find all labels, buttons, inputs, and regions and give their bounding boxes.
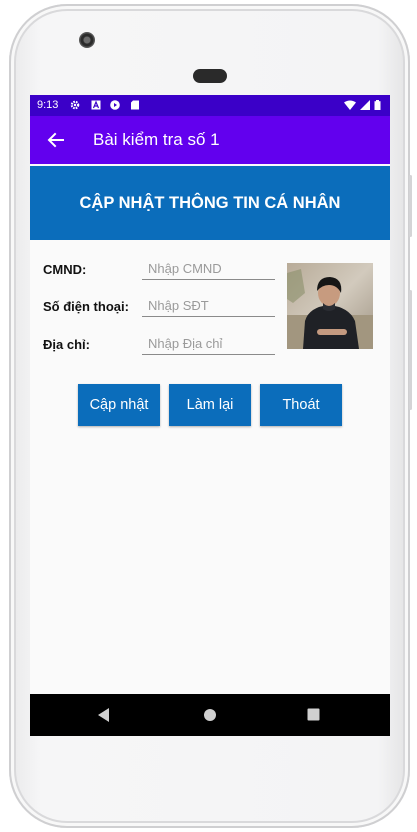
app-bar: Bài kiểm tra số 1 bbox=[30, 116, 390, 164]
earpiece-speaker bbox=[193, 69, 227, 83]
arrow-left-icon[interactable] bbox=[45, 129, 67, 151]
back-triangle-icon[interactable] bbox=[98, 708, 110, 722]
address-input[interactable] bbox=[142, 333, 275, 355]
battery-icon bbox=[374, 100, 381, 110]
phone-input[interactable] bbox=[142, 295, 275, 317]
wifi-icon bbox=[344, 100, 356, 110]
exit-button[interactable]: Thoát bbox=[260, 384, 342, 426]
status-bar: 9:13 bbox=[30, 95, 390, 116]
volume-button bbox=[409, 290, 412, 410]
page-title: CẬP NHẬT THÔNG TIN CÁ NHÂN bbox=[30, 166, 390, 240]
status-time: 9:13 bbox=[37, 99, 59, 111]
address-label: Địa chỉ: bbox=[43, 337, 90, 352]
navigation-bar bbox=[30, 694, 390, 736]
signal-icon bbox=[360, 100, 370, 110]
power-button bbox=[409, 175, 412, 237]
reset-button[interactable]: Làm lại bbox=[169, 384, 251, 426]
screen: 9:13 Bài kiểm tra số 1 CẬP NHẬT THÔNG TI… bbox=[30, 95, 390, 736]
play-icon bbox=[110, 100, 120, 110]
phone-label: Số điện thoại: bbox=[43, 299, 129, 314]
profile-photo bbox=[287, 263, 373, 349]
gear-icon bbox=[70, 100, 80, 110]
sd-card-icon bbox=[131, 100, 139, 110]
cmnd-label: CMND: bbox=[43, 262, 87, 277]
a-icon bbox=[91, 100, 101, 110]
front-camera bbox=[79, 32, 95, 48]
home-circle-icon[interactable] bbox=[203, 708, 217, 722]
update-button[interactable]: Cập nhật bbox=[78, 384, 160, 426]
app-bar-title: Bài kiểm tra số 1 bbox=[93, 130, 220, 149]
recents-square-icon[interactable] bbox=[307, 708, 320, 721]
cmnd-input[interactable] bbox=[142, 258, 275, 280]
